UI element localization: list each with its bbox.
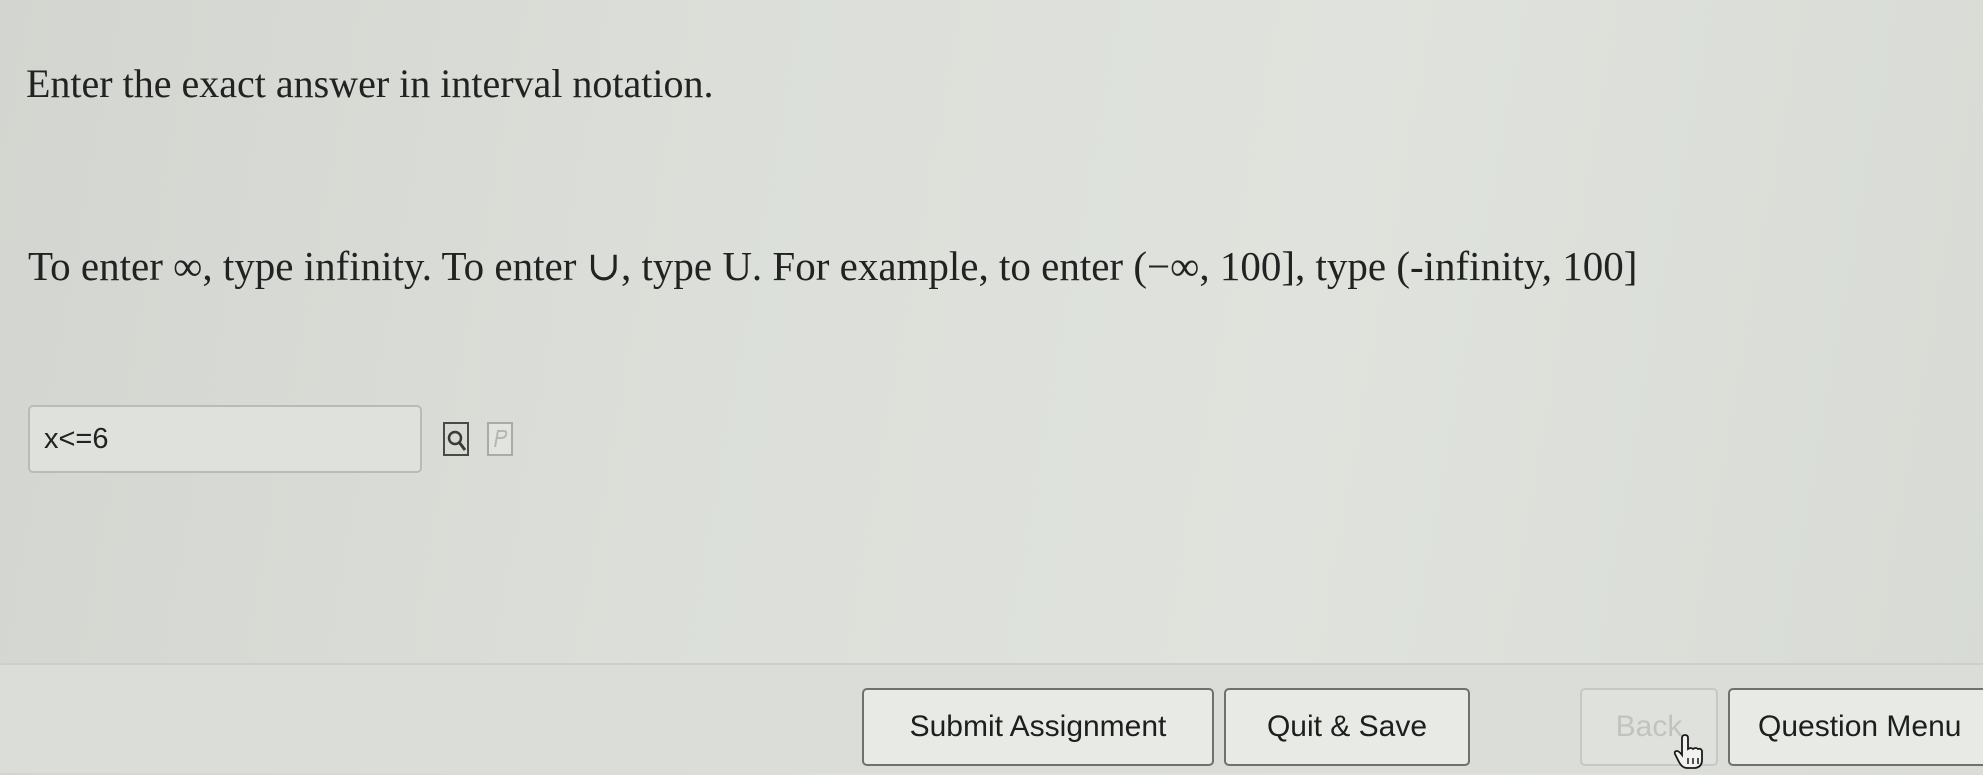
question-menu-button[interactable]: Question Menu (1728, 688, 1983, 766)
formula-help-icon[interactable] (486, 421, 514, 457)
submit-assignment-button[interactable]: Submit Assignment (862, 688, 1214, 766)
answer-input[interactable] (28, 405, 422, 473)
question-hint: To enter ∞, type infinity. To enter ∪, t… (28, 243, 1638, 289)
hand-pointer-icon (1672, 734, 1706, 770)
quit-save-button[interactable]: Quit & Save (1224, 688, 1470, 766)
answer-row (28, 405, 514, 473)
question-instruction: Enter the exact answer in interval notat… (26, 61, 714, 106)
preview-icon[interactable] (442, 421, 470, 457)
